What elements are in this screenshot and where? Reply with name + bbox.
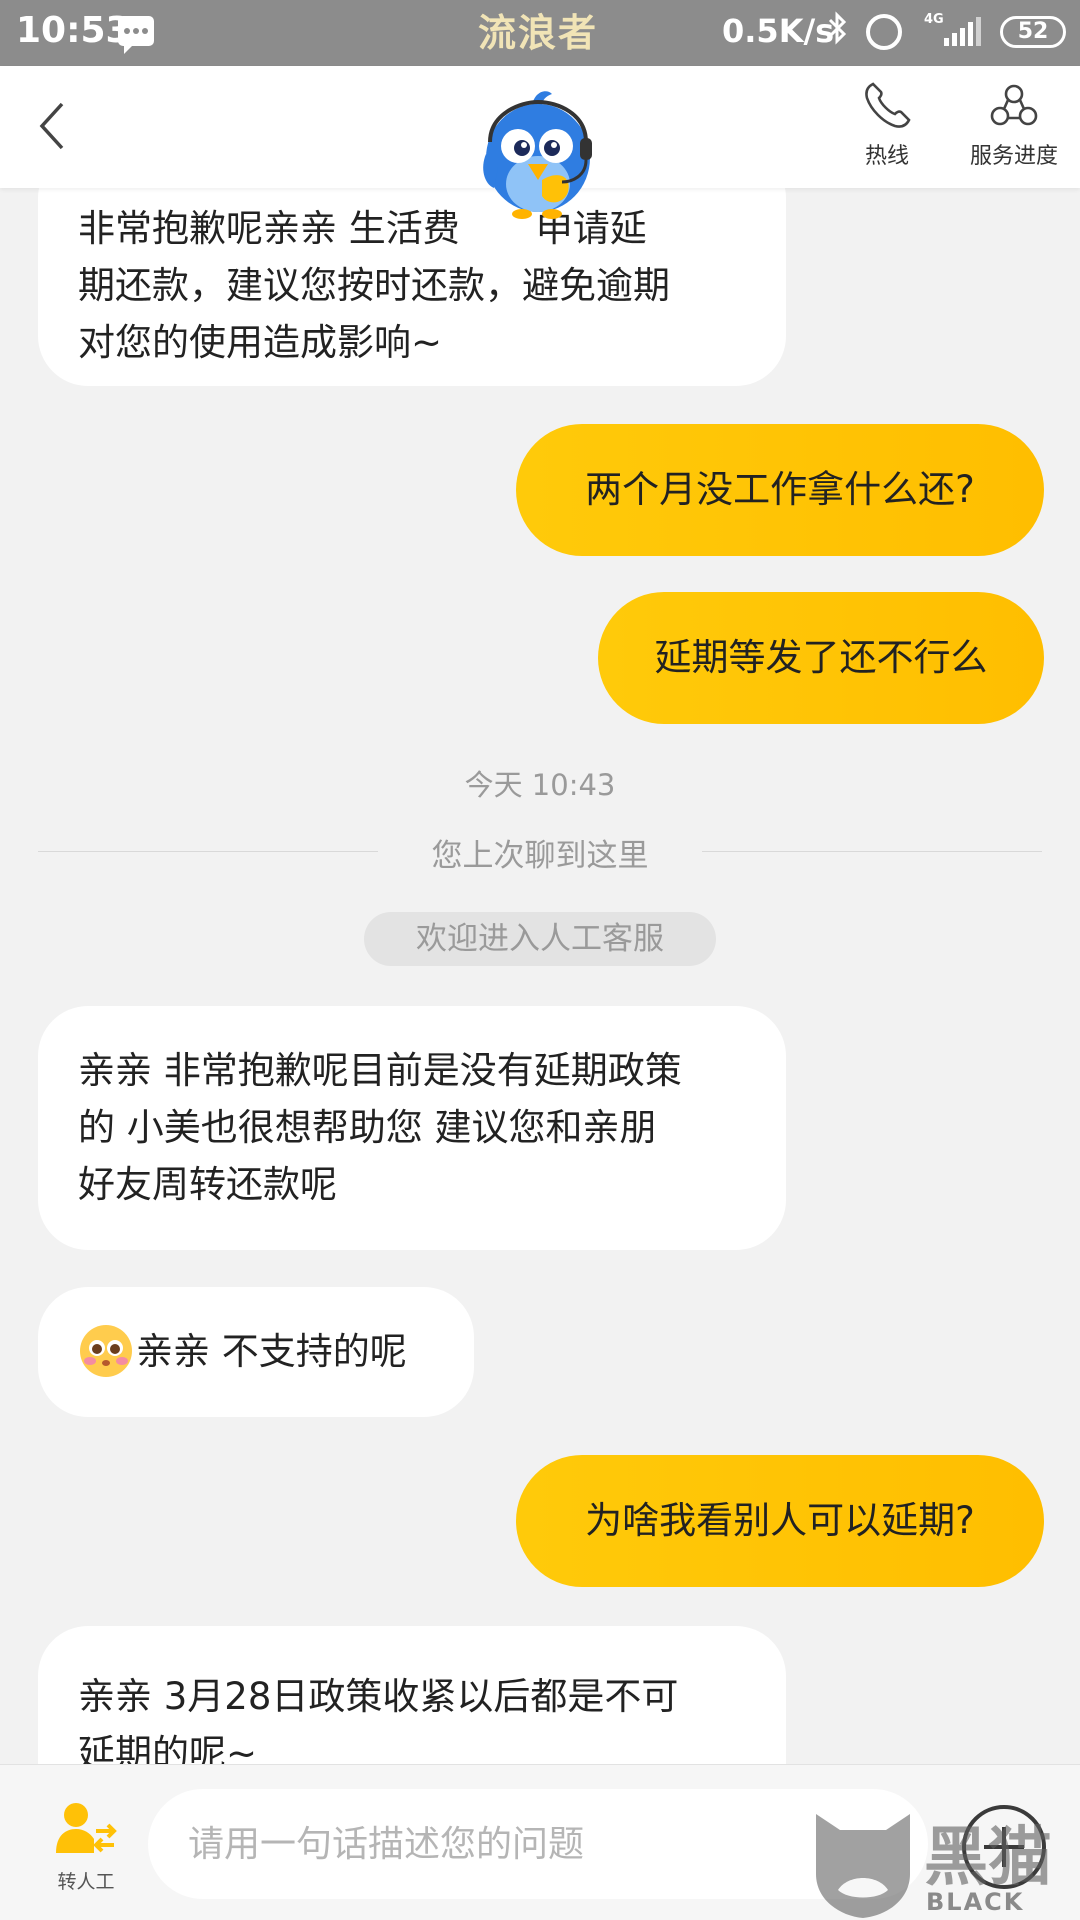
- system-notice: 欢迎进入人工客服: [364, 912, 716, 966]
- message-line: 延期的呢~: [78, 1732, 258, 1764]
- message-text: 亲亲 不支持的呢: [136, 1330, 407, 1373]
- message-text: 延期等发了还不行么: [654, 636, 988, 679]
- service-progress-label: 服务进度: [969, 144, 1058, 169]
- top-watermark: 流浪者: [478, 11, 599, 55]
- divider-line-right: [702, 851, 1042, 852]
- black-cat-logo-icon: [816, 1814, 910, 1918]
- input-bar: 转人工: [0, 1764, 1080, 1920]
- status-time: 10:53: [16, 10, 131, 51]
- message-line: 好友周转还款呢: [78, 1163, 337, 1206]
- message-line: 期还款，建议您按时还款，避免逾期: [78, 264, 670, 307]
- user-message: 延期等发了还不行么: [598, 592, 1044, 724]
- battery-icon: 52: [1000, 16, 1066, 48]
- message-line: 的 小美也很想帮助您 建议您和亲朋: [78, 1106, 657, 1149]
- message-text: 为啥我看别人可以延期?: [585, 1499, 975, 1542]
- message-icon: [118, 16, 154, 54]
- hotline-label: 热线: [864, 144, 909, 169]
- back-button[interactable]: [24, 94, 84, 154]
- chat-area[interactable]: 非常抱歉呢亲亲 生活费 申请延 期还款，建议您按时还款，避免逾期 对您的使用造成影…: [0, 188, 1080, 1764]
- watermark-cn-text: 黑猫: [924, 1821, 1052, 1895]
- message-text: 非常抱歉呢亲亲 生活费: [78, 207, 460, 250]
- service-progress-button[interactable]: 服务进度: [952, 80, 1076, 170]
- status-bar: 10:53 流浪者 0.5K/s 4G 52: [0, 0, 1080, 66]
- user-message: 为啥我看别人可以延期?: [516, 1455, 1044, 1587]
- transfer-label: 转人工: [57, 1871, 115, 1893]
- back-arrow-icon: [39, 102, 64, 150]
- message-timestamp: 今天 10:43: [464, 768, 616, 802]
- agent-message: 亲亲 不支持的呢: [38, 1287, 474, 1417]
- message-line: 亲亲 非常抱歉呢目前是没有延期政策: [78, 1049, 682, 1092]
- user-message: 两个月没工作拿什么还?: [516, 424, 1044, 556]
- watermark-brand-text: BLACK CAT: [926, 1888, 1025, 1920]
- hotline-button[interactable]: 热线: [850, 80, 924, 170]
- message-line: 非常抱歉呢亲亲 生活费 申请延: [78, 200, 746, 257]
- service-progress-icon: [990, 84, 1038, 126]
- network-type: 4G: [924, 12, 944, 27]
- bird-mascot-icon: [483, 91, 592, 219]
- message-line: 亲亲 3月28日政策收紧以后都是不可: [78, 1675, 679, 1718]
- message-line: 对您的使用造成影响~: [78, 321, 443, 364]
- history-divider-label: 您上次聊到这里: [431, 838, 649, 874]
- bluetooth-icon: [826, 10, 848, 55]
- agent-message: 亲亲 3月28日政策收紧以后都是不可 延期的呢~: [38, 1626, 786, 1764]
- blushing-face-icon: [80, 1324, 132, 1377]
- transfer-agent-icon: [56, 1803, 117, 1853]
- message-text: 两个月没工作拿什么还?: [585, 468, 975, 511]
- network-speed: 0.5K/s: [722, 12, 835, 50]
- alarm-icon: [866, 14, 902, 50]
- agent-message: 非常抱歉呢亲亲 生活费 申请延 期还款，建议您按时还款，避免逾期 对您的使用造成影…: [38, 188, 786, 386]
- transfer-to-human-button[interactable]: 转人工: [40, 1801, 132, 1894]
- agent-message: 亲亲 非常抱歉呢目前是没有延期政策 的 小美也很想帮助您 建议您和亲朋 好友周转…: [38, 1006, 786, 1250]
- phone-icon: [865, 82, 911, 128]
